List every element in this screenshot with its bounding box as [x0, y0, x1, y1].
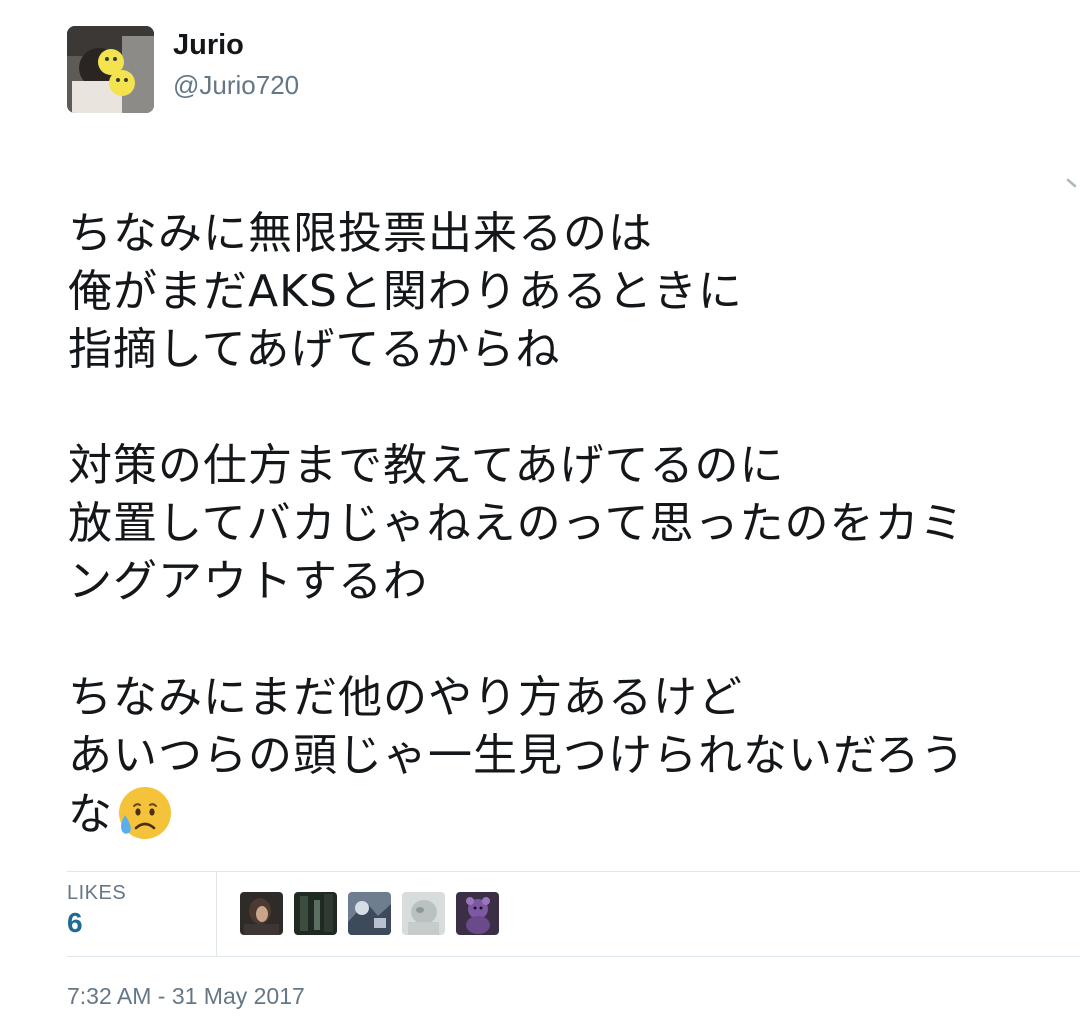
tweet-line: ちなみにまだ他のやり方あるけど	[68, 672, 743, 723]
liker-avatar-1-icon	[240, 892, 283, 935]
tweet-last-line: な	[68, 785, 1078, 843]
author-avatar[interactable]	[67, 26, 154, 113]
user-avatar-photo-icon	[67, 26, 154, 113]
tweet-line: あいつらの頭じゃ一生見つけられないだろう	[68, 730, 966, 781]
tweet-line: ングアウトするわ	[68, 556, 428, 607]
tweet-line: ちなみに無限投票出来るのは	[68, 208, 653, 259]
liker-avatar-2[interactable]	[294, 892, 337, 935]
liker-avatar-3-icon	[348, 892, 391, 935]
liker-avatar-1[interactable]	[240, 892, 283, 935]
tweet-text: ちなみに無限投票出来るのは 俺がまだAKSと関わりあるときに 指摘してあげてるか…	[68, 205, 1078, 843]
tweet-line: 俺がまだAKSと関わりあるときに	[68, 266, 743, 317]
tweet-line-text: な	[68, 789, 113, 840]
likes-label[interactable]: LIKES	[67, 882, 126, 905]
tweet-line: 対策の仕方まで教えてあげてるのに	[68, 440, 785, 491]
liker-avatar-4[interactable]	[402, 892, 445, 935]
liker-avatar-3[interactable]	[348, 892, 391, 935]
liker-avatar-2-icon	[294, 892, 337, 935]
author-handle[interactable]: @Jurio720	[173, 70, 299, 100]
likes-count[interactable]: 6	[67, 907, 83, 939]
liker-avatars	[240, 892, 499, 935]
liker-avatar-5-icon	[456, 892, 499, 935]
tweet-line: 放置してバカじゃねえのって思ったのをカミ	[68, 498, 965, 549]
tweet-line: 指摘してあげてるからね	[68, 324, 561, 375]
stats-top-divider	[67, 871, 1080, 872]
author-display-name[interactable]: Jurio	[173, 28, 244, 62]
tweet-timestamp[interactable]: 7:32 AM - 31 May 2017	[67, 983, 305, 1010]
sad-relieved-face-emoji-icon	[119, 787, 171, 839]
stats-bottom-divider	[67, 956, 1080, 957]
chevron-down-icon[interactable]	[1066, 174, 1080, 194]
liker-avatar-4-icon	[402, 892, 445, 935]
stats-separator	[216, 872, 217, 956]
liker-avatar-5[interactable]	[456, 892, 499, 935]
